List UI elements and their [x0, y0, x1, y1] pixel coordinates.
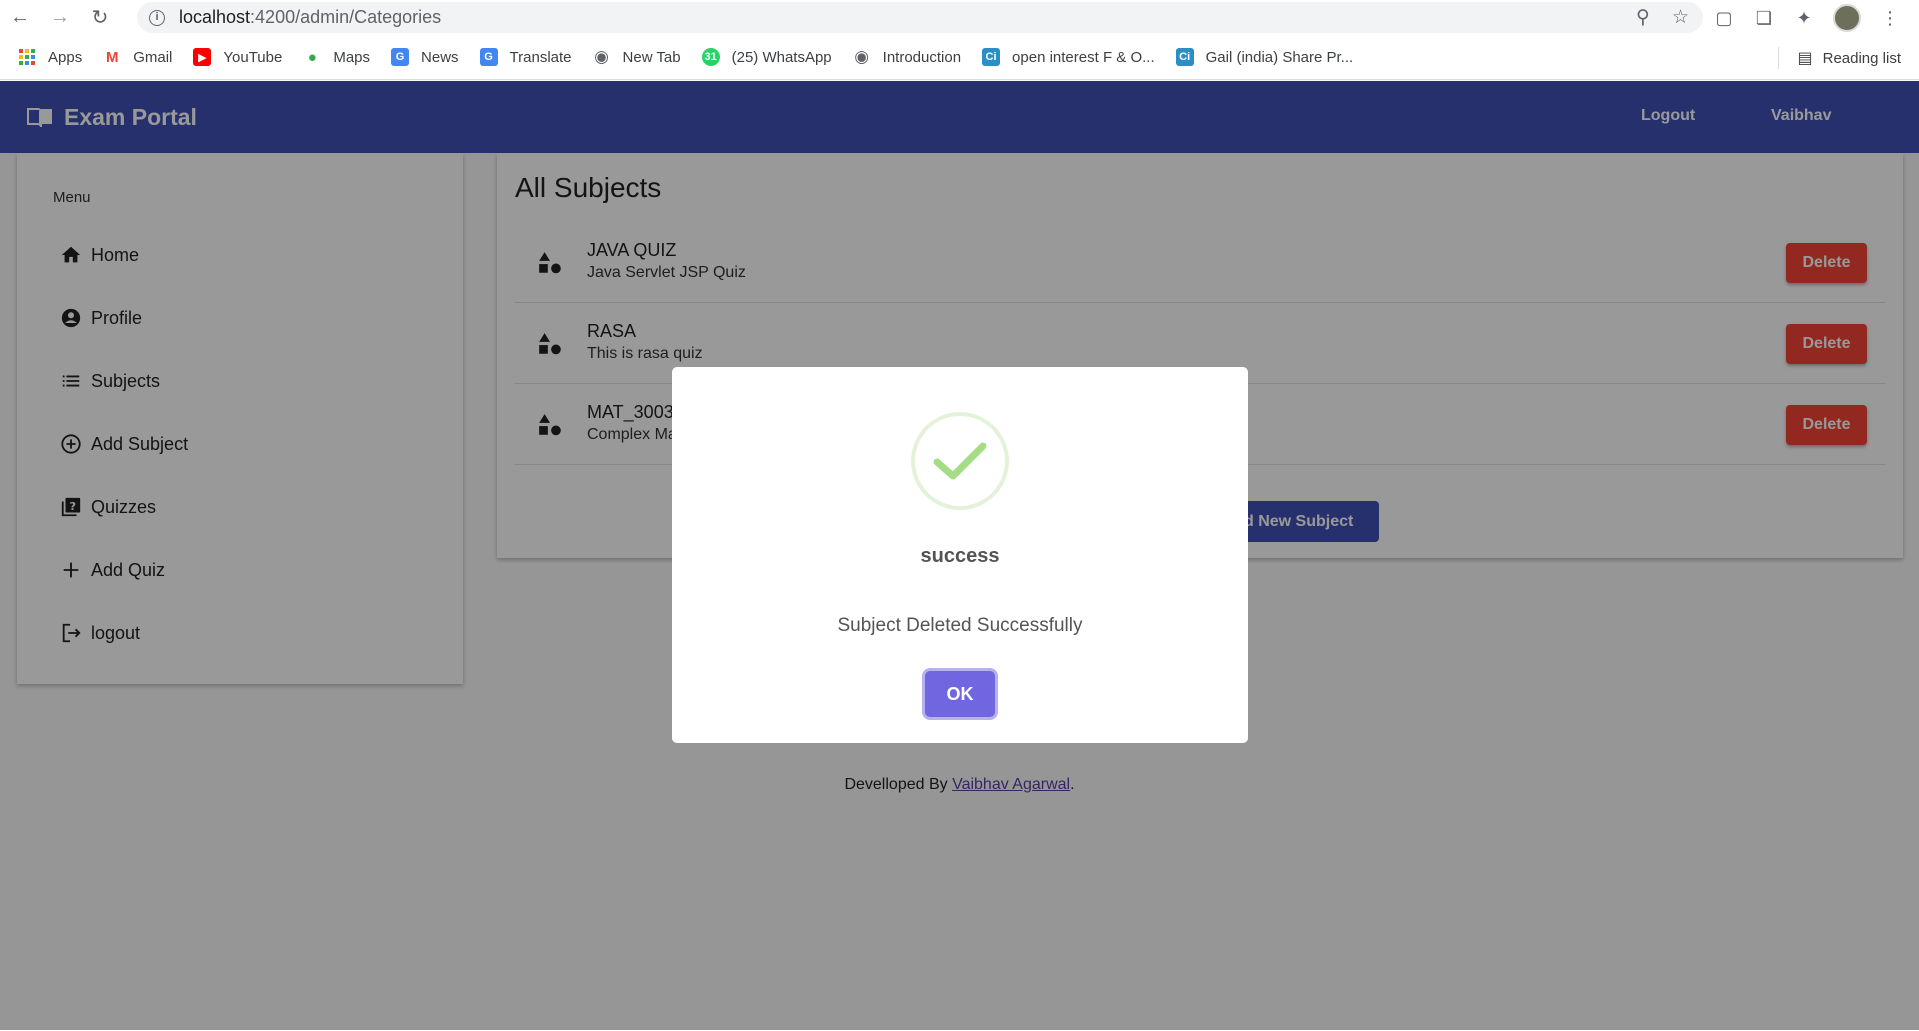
bookmark-item[interactable]: ◉ New Tab — [593, 47, 681, 66]
globe-icon: ◉ — [854, 47, 870, 66]
success-check-icon — [911, 412, 1009, 510]
reload-icon[interactable]: ↻ — [80, 0, 120, 35]
apps-grid-icon — [18, 48, 36, 66]
reading-list[interactable]: ▤ Reading list — [1778, 47, 1901, 69]
url-text[interactable]: localhost:4200/admin/Categories — [179, 7, 441, 28]
bookmark-item[interactable]: Apps — [18, 48, 82, 66]
bookmarks-bar: Apps M Gmail ▶ YouTube ● Maps G News G Translate ◉ N… — [0, 35, 1919, 80]
bookmark-item[interactable]: G News — [391, 48, 459, 66]
gmail-icon: M — [105, 48, 119, 66]
bookmark-item[interactable]: ◉ Introduction — [853, 47, 961, 66]
bookmark-item[interactable]: ● Maps — [303, 48, 370, 66]
ok-button[interactable]: OK — [925, 671, 995, 717]
zoom-icon[interactable]: ⚲ — [1636, 6, 1650, 29]
address-bar[interactable]: i localhost:4200/admin/Categories ⚲ ☆ — [137, 2, 1703, 33]
site-info-icon[interactable]: i — [149, 9, 165, 26]
globe-icon: ◉ — [594, 47, 609, 66]
success-dialog: success Subject Deleted Successfully OK — [672, 367, 1248, 743]
maps-pin-icon: ● — [307, 48, 317, 66]
extension-icon[interactable]: ❏ — [1753, 7, 1775, 29]
bookmark-item[interactable]: ▶ YouTube — [193, 48, 282, 66]
ci-icon: Ci — [1175, 48, 1194, 66]
puzzle-icon[interactable]: ✦ — [1793, 7, 1815, 29]
reading-list-icon: ▤ — [1797, 50, 1813, 67]
news-icon: G — [391, 48, 410, 66]
youtube-icon: ▶ — [193, 48, 212, 66]
bookmark-star-icon[interactable]: ☆ — [1672, 6, 1689, 29]
profile-avatar[interactable] — [1833, 3, 1861, 32]
translate-icon: G — [479, 48, 498, 66]
kebab-menu-icon[interactable]: ⋮ — [1879, 7, 1901, 29]
bookmark-item[interactable]: Ci open interest F & O... — [982, 48, 1155, 66]
dialog-message: Subject Deleted Successfully — [837, 615, 1083, 636]
forward-arrow-icon[interactable]: → — [40, 0, 80, 35]
extension-icon[interactable]: ▢ — [1713, 7, 1735, 29]
whatsapp-icon: 31 — [701, 48, 720, 66]
bookmark-item[interactable]: G Translate — [479, 48, 572, 66]
bookmark-item[interactable]: Ci Gail (india) Share Pr... — [1175, 48, 1353, 66]
ci-icon: Ci — [982, 48, 1001, 66]
browser-toolbar: ← → ↻ i localhost:4200/admin/Categories … — [0, 0, 1919, 35]
bookmark-item[interactable]: 31 (25) WhatsApp — [701, 48, 832, 66]
bookmark-item[interactable]: M Gmail — [103, 48, 172, 66]
back-arrow-icon[interactable]: ← — [0, 0, 40, 35]
dialog-title: success — [920, 545, 1000, 567]
